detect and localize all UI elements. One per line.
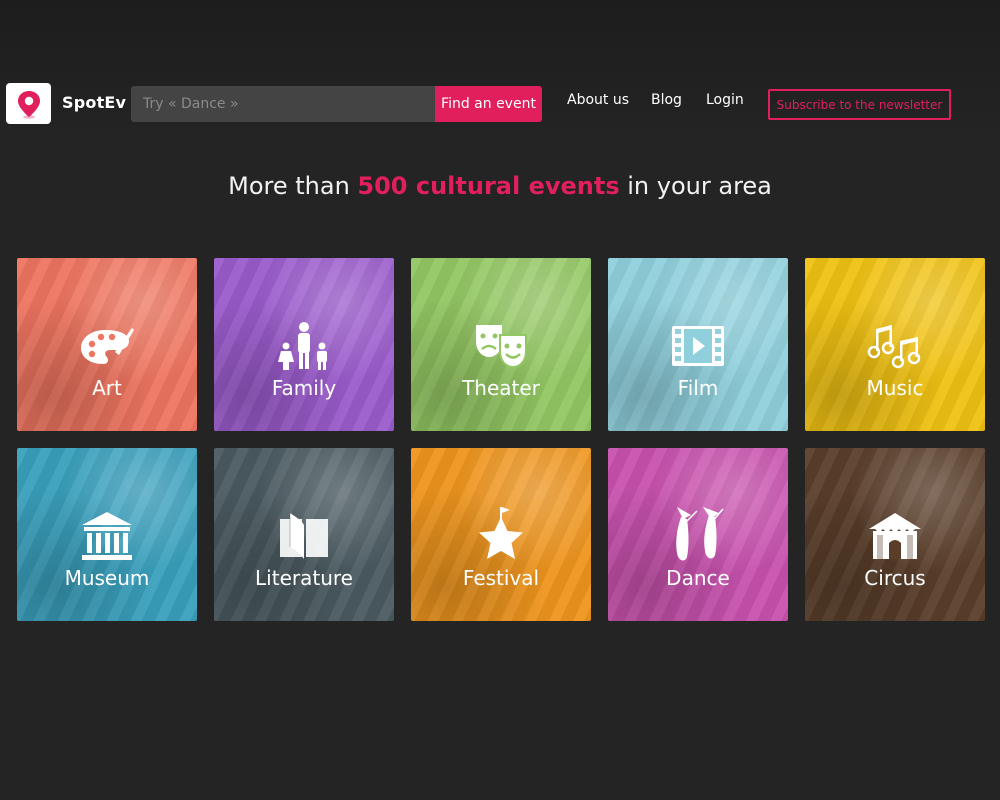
map-pin-icon xyxy=(17,90,40,119)
category-tile-theater[interactable]: Theater xyxy=(411,258,591,431)
page-headline: More than 500 cultural events in your ar… xyxy=(0,172,1000,200)
category-tile-art[interactable]: Art xyxy=(17,258,197,431)
category-tile-circus[interactable]: Circus xyxy=(805,448,985,621)
circus-tent-icon xyxy=(865,506,925,566)
family-icon xyxy=(274,316,334,376)
category-tile-family[interactable]: Family xyxy=(214,258,394,431)
music-notes-icon xyxy=(865,316,925,376)
category-label: Dance xyxy=(666,566,730,590)
logo[interactable] xyxy=(6,83,51,124)
nav-about-us[interactable]: About us xyxy=(567,92,629,108)
find-event-button[interactable]: Find an event xyxy=(435,86,542,122)
category-label: Literature xyxy=(255,566,353,590)
page: SpotEv Find an event About us Blog Login… xyxy=(0,0,1000,800)
category-label: Festival xyxy=(462,566,540,590)
headline-prefix: More than xyxy=(228,172,358,200)
nav-login[interactable]: Login xyxy=(706,92,744,108)
category-label: Family xyxy=(271,376,337,400)
film-icon xyxy=(668,316,728,376)
category-label: Circus xyxy=(864,566,926,590)
category-label: Theater xyxy=(462,376,540,400)
category-label: Art xyxy=(92,376,122,400)
category-label: Music xyxy=(866,376,924,400)
category-tile-literature[interactable]: Literature xyxy=(214,448,394,621)
festival-star-icon xyxy=(471,506,531,566)
theater-masks-icon xyxy=(471,316,531,376)
category-tile-festival[interactable]: Festival xyxy=(411,448,591,621)
palette-icon xyxy=(77,316,137,376)
category-grid: Art Family Theater Film Music Museum Lit… xyxy=(17,258,985,621)
category-tile-music[interactable]: Music xyxy=(805,258,985,431)
ballet-shoes-icon xyxy=(668,506,728,566)
museum-icon xyxy=(77,506,137,566)
nav-blog[interactable]: Blog xyxy=(651,92,682,108)
book-icon xyxy=(274,506,334,566)
subscribe-newsletter-button[interactable]: Subscribe to the newsletter xyxy=(768,89,951,120)
category-tile-dance[interactable]: Dance xyxy=(608,448,788,621)
category-label: Museum xyxy=(64,566,150,590)
headline-suffix: in your area xyxy=(619,172,772,200)
brand-name[interactable]: SpotEv xyxy=(62,93,126,112)
category-label: Film xyxy=(677,376,719,400)
search-input[interactable] xyxy=(131,86,435,122)
category-tile-film[interactable]: Film xyxy=(608,258,788,431)
category-tile-museum[interactable]: Museum xyxy=(17,448,197,621)
headline-accent: 500 cultural events xyxy=(357,172,620,200)
